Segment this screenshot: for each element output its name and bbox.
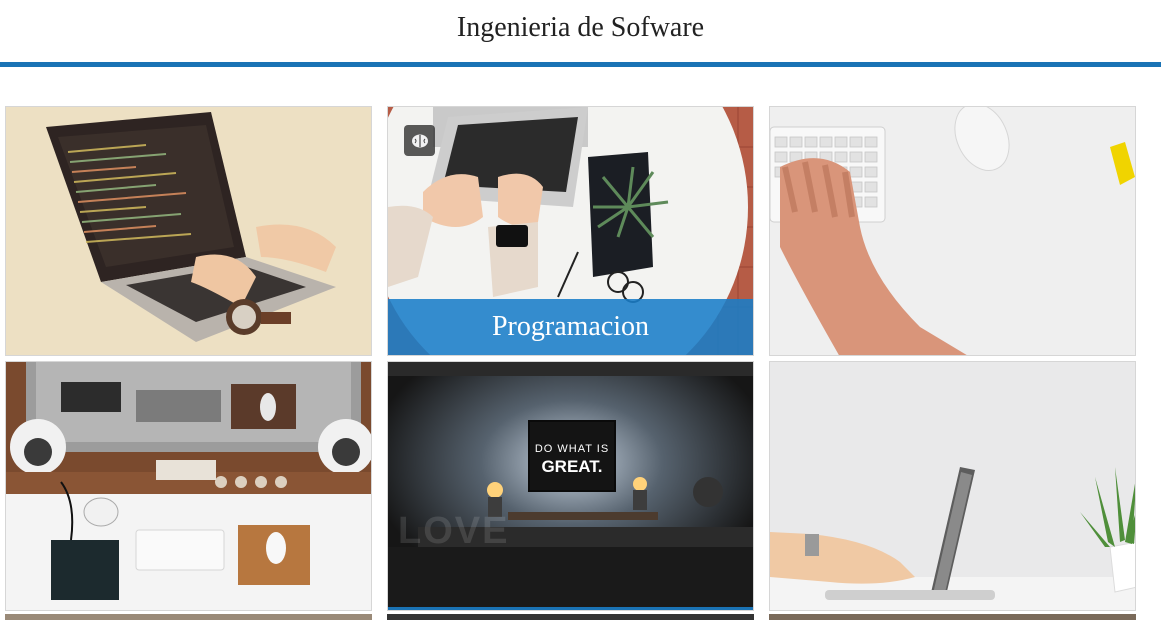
image-gallery: Programacion LOVE DO WHAT IS GREAT. <box>5 106 1139 620</box>
gallery-card-desk-speakers[interactable] <box>5 361 372 611</box>
header-divider <box>0 62 1161 67</box>
screen-text-line-1: DO WHAT IS <box>534 443 610 455</box>
wall-text: LOVE <box>398 510 510 552</box>
card-caption-bar: Programacion <box>388 299 753 355</box>
card-caption: Programacion <box>491 311 650 342</box>
gallery-card-do-what-is-great[interactable]: LOVE DO WHAT IS GREAT. <box>387 361 754 611</box>
laptop-plant-image <box>770 362 1135 610</box>
gallery-next-row-card[interactable] <box>5 614 372 620</box>
page-header: Ingenieria de Sofware <box>0 0 1161 68</box>
gallery-next-row-card[interactable] <box>769 614 1136 620</box>
card-accent-line <box>388 607 753 610</box>
page-title: Ingenieria de Sofware <box>456 12 705 43</box>
white-keyboard-image <box>770 107 1135 355</box>
gallery-card-programacion[interactable]: Programacion <box>387 106 754 356</box>
laptop-code-image <box>6 107 371 355</box>
gallery-next-row-card[interactable] <box>387 614 754 620</box>
screen-text-line-2: GREAT. <box>541 457 603 476</box>
desk-speakers-image <box>6 362 371 610</box>
do-what-is-great-image <box>388 362 753 610</box>
gallery-card-laptop-plant[interactable] <box>769 361 1136 611</box>
gallery-card-white-keyboard[interactable] <box>769 106 1136 356</box>
gallery-card-laptop-code[interactable] <box>5 106 372 356</box>
brain-icon <box>404 125 435 156</box>
